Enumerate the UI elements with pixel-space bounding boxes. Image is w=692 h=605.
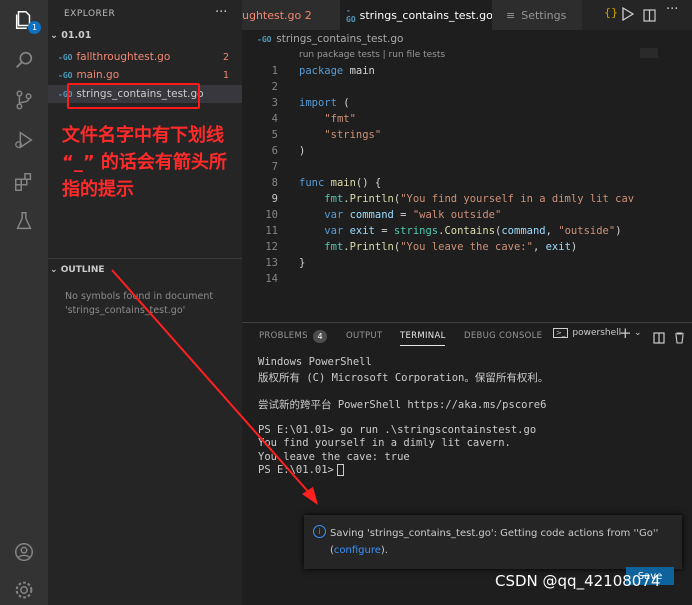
settings-gear-icon[interactable] <box>12 578 36 602</box>
extensions-icon[interactable] <box>12 170 36 194</box>
line-number: 6 <box>271 145 278 157</box>
code-line: } <box>299 257 306 269</box>
terminal-line: You leave the cave: true <box>258 450 410 463</box>
notification-message: Saving 'strings_contains_test.go': Getti… <box>330 528 659 556</box>
activity-bar: 1 <box>0 0 48 605</box>
code-line: "strings" <box>324 129 382 141</box>
go-file-icon: -GO <box>257 35 277 44</box>
info-icon: i <box>313 525 326 538</box>
problems-count-badge: 4 <box>313 330 327 343</box>
trash-icon[interactable] <box>674 329 685 348</box>
problem-count: 2 <box>222 51 229 63</box>
code-line: func main() { <box>299 177 382 189</box>
chevron-down-icon: ⌄ <box>50 30 62 41</box>
terminal-shell-selector[interactable]: >_ powershell <box>553 328 621 338</box>
line-number: 5 <box>271 129 278 141</box>
terminal-line: Windows PowerShell <box>258 356 372 368</box>
code-line: fmt.Println("You find yourself in a diml… <box>324 193 635 205</box>
tab-terminal[interactable]: TERMINAL <box>400 331 446 341</box>
terminal-icon: >_ <box>553 328 569 338</box>
line-number: 10 <box>265 209 278 221</box>
file-name: main.go <box>76 69 120 81</box>
code-line: fmt.Println("You leave the cave:", exit) <box>324 241 578 253</box>
line-number: 9 <box>271 193 278 205</box>
code-line: ) <box>299 145 306 157</box>
line-number: 1 <box>271 65 278 77</box>
json-braces-icon[interactable]: {} <box>604 6 618 19</box>
line-number: 8 <box>271 177 278 189</box>
annotation-text: 文件名字中有下划线 “_” 的话会有箭头所指的提示 <box>62 125 227 200</box>
code-line: package main <box>299 65 375 77</box>
minimap[interactable] <box>640 48 658 58</box>
code-line: var command = "walk outside" <box>324 209 502 221</box>
file-name: fallthroughtest.go <box>76 51 171 63</box>
line-number: 12 <box>265 241 278 253</box>
notification-toast[interactable]: i Saving 'strings_contains_test.go': Get… <box>304 515 682 585</box>
configure-link[interactable]: configure <box>334 545 381 556</box>
terminal-cursor <box>337 464 344 476</box>
go-file-icon: -GO <box>346 6 356 24</box>
folder-01-01[interactable]: ⌄ 01.01 <box>50 30 91 41</box>
split-editor-icon[interactable] <box>643 7 656 26</box>
tab-strings-contains-test[interactable]: -GO strings_contains_test.go ● <box>340 0 505 30</box>
terminal-line: You find yourself in a dimly lit cavern. <box>258 437 511 449</box>
chevron-down-icon[interactable]: ⌄ <box>634 328 642 338</box>
tab-bar: ughtest.go 2 -GO strings_contains_test.g… <box>242 0 692 30</box>
terminal-line: PS E:\01.01> go run .\stringscontainstes… <box>258 423 537 436</box>
run-icon[interactable] <box>622 6 635 25</box>
line-number: 2 <box>271 81 278 93</box>
divider <box>48 258 242 259</box>
line-number: 3 <box>271 97 278 109</box>
more-actions-icon[interactable]: ··· <box>215 5 227 20</box>
line-number: 4 <box>271 113 278 125</box>
line-number: 13 <box>265 257 278 269</box>
line-number: 7 <box>271 161 278 173</box>
code-line: "fmt" <box>324 113 356 125</box>
run-debug-icon[interactable] <box>12 128 36 152</box>
file-fallthroughtest[interactable]: -GO fallthroughtest.go 2 <box>48 48 242 66</box>
breadcrumb[interactable]: -GO strings_contains_test.go <box>257 33 403 45</box>
outline-header[interactable]: ⌄ OUTLINE <box>50 265 105 275</box>
terminal-line: 版权所有 (C) Microsoft Corporation。保留所有权利。 <box>258 371 549 384</box>
explorer-title: EXPLORER <box>64 9 116 19</box>
code-editor[interactable]: -GO strings_contains_test.go run package… <box>242 30 692 322</box>
watermark: CSDN @qq_42108074 <box>495 572 661 590</box>
account-icon[interactable] <box>12 540 36 564</box>
code-line: import ( <box>299 97 350 109</box>
highlight-box <box>67 83 200 109</box>
line-number: 14 <box>265 273 278 285</box>
tab-problems[interactable]: PROBLEMS <box>259 331 308 341</box>
terminal-line: 尝试新的跨平台 PowerShell https://aka.ms/pscore… <box>258 398 547 411</box>
explorer-badge: 1 <box>28 21 41 34</box>
outline-empty-message: No symbols found in document 'strings_co… <box>65 291 214 316</box>
explorer-sidebar: EXPLORER ··· ⌄ 01.01 -GO fallthroughtest… <box>48 0 242 605</box>
tab-settings[interactable]: ≡ Settings <box>492 0 582 30</box>
line-number: 11 <box>265 225 278 237</box>
go-file-icon: -GO <box>58 70 73 80</box>
tab-problem-count: 2 <box>304 8 312 22</box>
file-main[interactable]: -GO main.go 1 <box>48 66 242 84</box>
terminal-line: PS E:\01.01> <box>258 464 341 476</box>
search-icon[interactable] <box>12 48 36 72</box>
tab-fallthroughtest[interactable]: ughtest.go 2 <box>242 0 340 30</box>
active-tab-underline <box>400 345 445 346</box>
tab-output[interactable]: OUTPUT <box>346 331 382 341</box>
go-file-icon: -GO <box>58 52 73 62</box>
split-terminal-icon[interactable] <box>653 329 665 348</box>
testing-icon[interactable] <box>12 209 36 233</box>
source-control-icon[interactable] <box>12 88 36 112</box>
settings-list-icon: ≡ <box>506 8 516 22</box>
more-actions-icon[interactable]: ··· <box>666 2 678 17</box>
new-terminal-icon[interactable]: + <box>619 324 632 342</box>
tab-debug-console[interactable]: DEBUG CONSOLE <box>464 331 542 341</box>
problem-count: 1 <box>222 69 229 81</box>
code-line: var exit = strings.Contains(command, "ou… <box>324 225 622 237</box>
codelens[interactable]: run package tests | run file tests <box>299 50 445 60</box>
chevron-down-icon: ⌄ <box>50 265 61 275</box>
